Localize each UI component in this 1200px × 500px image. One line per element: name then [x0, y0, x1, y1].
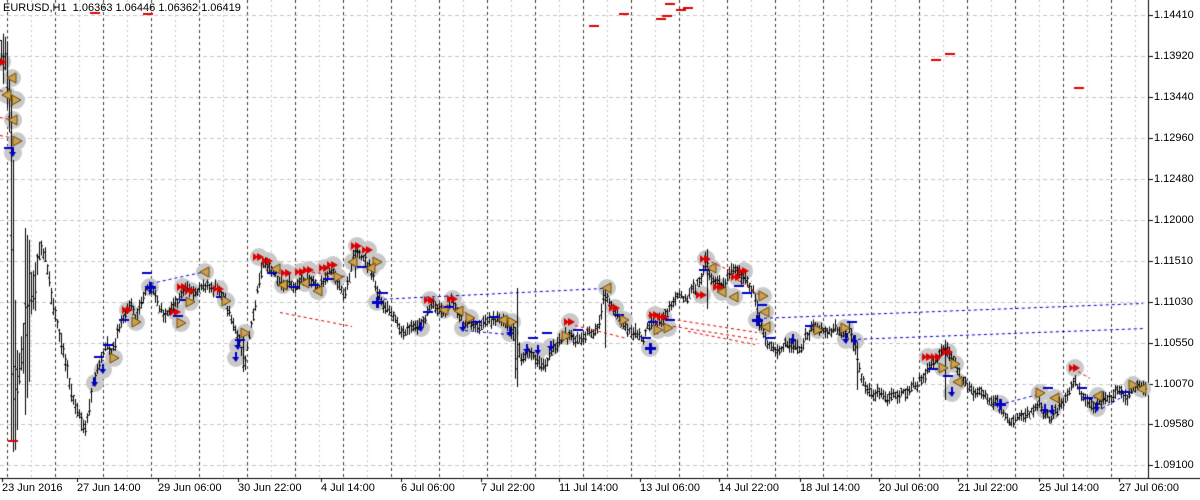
time-axis-label: 14 Jul 22:00	[719, 482, 779, 494]
time-axis-label: 18 Jul 14:00	[800, 482, 860, 494]
time-axis-label: 29 Jun 06:00	[158, 482, 222, 494]
time-axis-label: 25 Jul 14:00	[1039, 482, 1099, 494]
time-axis-label: 27 Jun 14:00	[77, 482, 141, 494]
price-axis-label: 1.12000	[1154, 214, 1194, 226]
price-axis-label: 1.12480	[1154, 173, 1194, 185]
time-axis-label: 13 Jul 06:00	[640, 482, 700, 494]
price-axis-label: 1.11510	[1154, 255, 1193, 267]
time-axis-label: 7 Jul 22:00	[481, 482, 535, 494]
time-axis-label: 30 Jun 22:00	[238, 482, 302, 494]
price-axis-label: 1.13920	[1154, 50, 1194, 62]
time-axis-label: 23 Jun 2016	[2, 482, 63, 494]
trading-chart-window[interactable]: EURUSD,H1 1.06363 1.06446 1.06362 1.0641…	[0, 0, 1200, 500]
time-axis-label: 11 Jul 14:00	[559, 482, 619, 494]
price-axis-label: 1.12960	[1154, 132, 1194, 144]
price-axis-label: 1.11030	[1154, 296, 1193, 308]
time-axis-label: 20 Jul 06:00	[879, 482, 939, 494]
price-axis-label: 1.10070	[1154, 378, 1194, 390]
time-axis-label: 6 Jul 06:00	[401, 482, 455, 494]
price-axis-label: 1.10550	[1154, 337, 1194, 349]
time-axis-label: 21 Jul 22:00	[958, 482, 1018, 494]
price-axis-label: 1.13440	[1154, 91, 1194, 103]
price-axis-label: 1.09100	[1154, 459, 1194, 471]
price-axis-label: 1.14410	[1154, 9, 1194, 21]
price-axis-label: 1.09580	[1154, 418, 1194, 430]
time-axis-label: 27 Jul 06:00	[1119, 482, 1179, 494]
time-axis-label: 4 Jul 14:00	[321, 482, 375, 494]
chart-title: EURUSD,H1 1.06363 1.06446 1.06362 1.0641…	[3, 2, 241, 14]
chart-plot-canvas[interactable]	[0, 0, 1200, 500]
